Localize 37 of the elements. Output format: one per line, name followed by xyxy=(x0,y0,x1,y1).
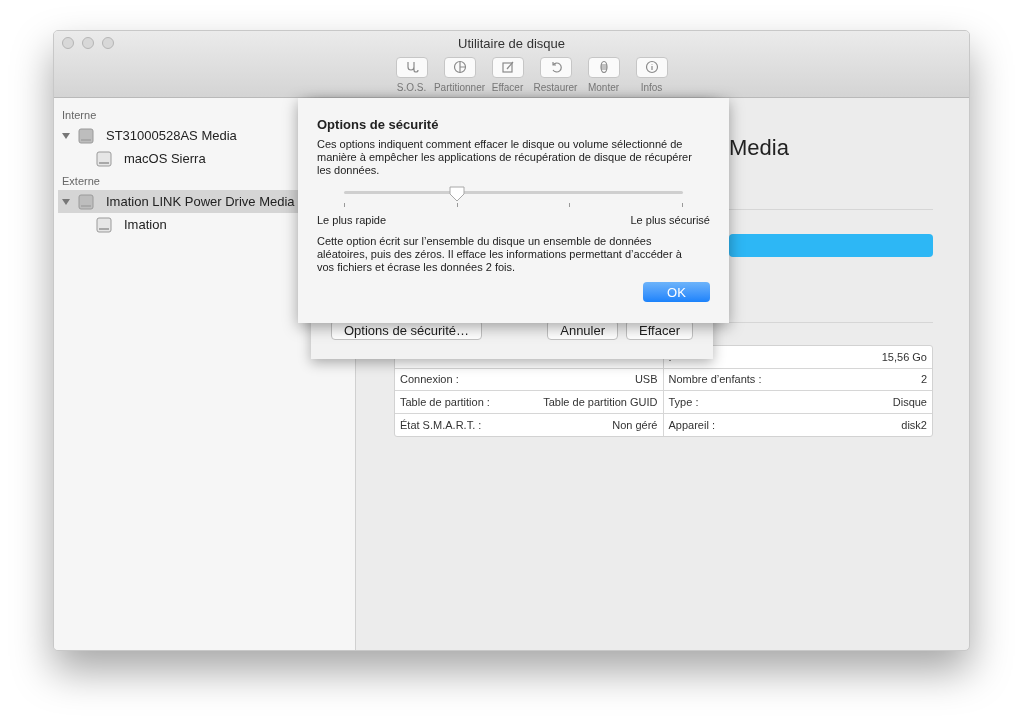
max-label: Le plus sécurisé xyxy=(630,214,710,227)
pie-icon xyxy=(452,60,467,74)
window-control[interactable] xyxy=(102,37,114,49)
disclosure-triangle-icon[interactable] xyxy=(62,131,70,140)
info-label: État S.M.A.R.T. : xyxy=(400,417,482,433)
description: Ces options indiquent comment effacer le disque ou volume sélectionné de manière à empêcher les applications de récupération de disque de récupérer les données. xyxy=(317,138,693,177)
section-header: Interne xyxy=(61,108,98,123)
pencil-icon xyxy=(500,60,515,74)
window-title: Utilitaire de disque xyxy=(458,35,565,53)
info-label: Connexion : xyxy=(400,372,459,387)
window-control[interactable] xyxy=(82,37,94,49)
disclosure-triangle-icon[interactable] xyxy=(62,197,70,206)
section-header: Externe xyxy=(61,174,101,189)
info-icon xyxy=(644,60,659,74)
info-label: Type : xyxy=(668,394,699,410)
explanation: Cette option écrit sur l’ensemble du disque un ensemble de données aléatoires, puis des zéros. Il efface les informations permettant d’accéder à vos fichiers et écrase les données 2 fois. xyxy=(317,235,683,274)
info-label: Nombre d’enfants : xyxy=(668,372,762,387)
info-label: Table de partition : xyxy=(400,394,490,410)
stethoscope-icon xyxy=(404,60,419,74)
info-value: Table de partition GUID xyxy=(543,394,658,410)
info-label: : xyxy=(668,349,672,365)
info-value: Disque xyxy=(892,394,927,410)
info-value: Non géré xyxy=(612,417,658,433)
info-value: 2 xyxy=(920,372,927,387)
info-value: 15,56 Go xyxy=(881,349,927,365)
disk-title: Media xyxy=(729,134,790,162)
slider-tick xyxy=(344,203,345,207)
slider-tick xyxy=(569,203,571,207)
window-control[interactable] xyxy=(62,37,74,49)
min-label: Le plus rapide xyxy=(317,214,387,227)
slider-thumb[interactable] xyxy=(448,186,465,202)
info-label: Appareil : xyxy=(668,417,715,433)
sheet-title: Options de sécurité xyxy=(317,118,440,131)
info-value: USB xyxy=(634,372,658,387)
slider-tick xyxy=(456,203,458,207)
slider-tick xyxy=(681,203,683,207)
info-value: disk2 xyxy=(901,417,927,433)
